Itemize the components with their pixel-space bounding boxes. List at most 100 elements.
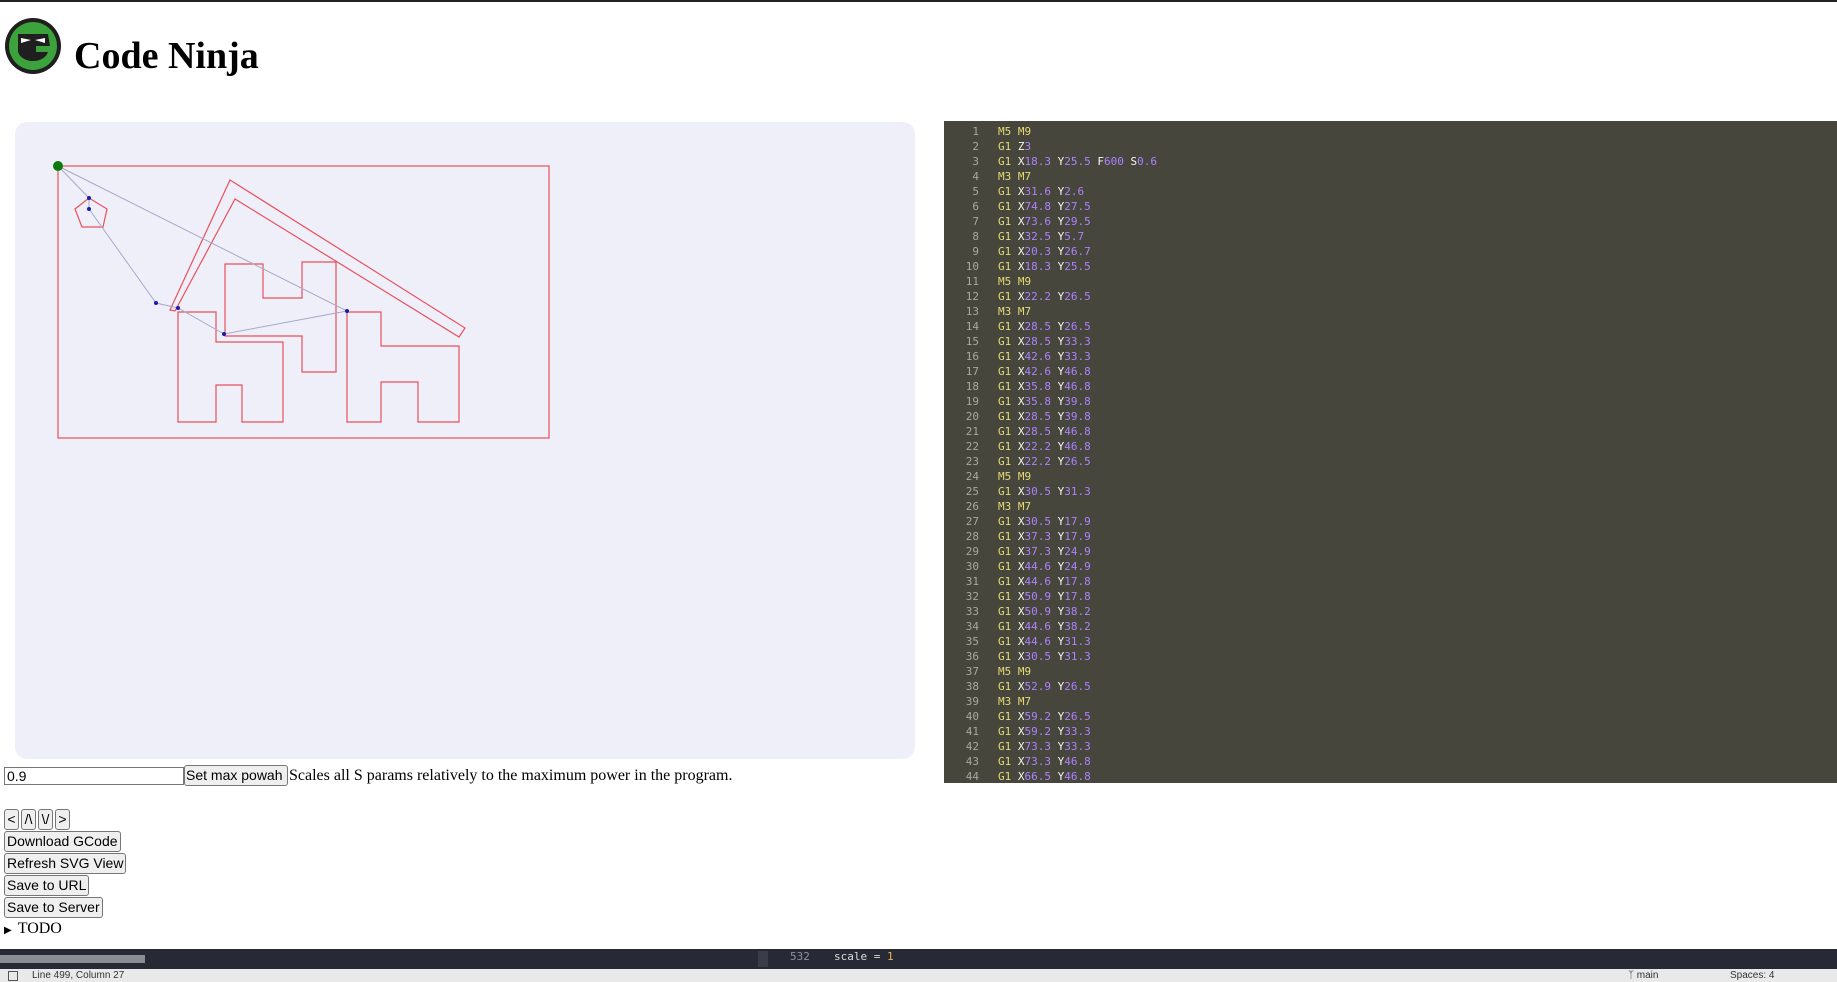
code-line[interactable]: 25 G1 X30.5 Y31.3 (944, 484, 1091, 499)
code-line[interactable]: 28 G1 X37.3 Y17.9 (944, 529, 1091, 544)
line-number: 23 (965, 455, 979, 468)
line-number: 2 (972, 140, 979, 153)
code-line[interactable]: 7 G1 X73.6 Y29.5 (944, 214, 1090, 229)
work-area-border (57, 165, 550, 439)
line-number: 37 (965, 665, 979, 678)
code-line[interactable]: 23 G1 X22.2 Y26.5 (944, 454, 1091, 469)
code-line[interactable]: 3 G1 X18.3 Y25.5 F600 S0.6 (944, 154, 1157, 169)
left-house-path (177, 311, 284, 423)
code-line[interactable]: 14 G1 X28.5 Y26.5 (944, 319, 1091, 334)
git-branch[interactable]: ᛉ main (1628, 969, 1658, 982)
line-number: 21 (965, 425, 979, 438)
svg-preview[interactable] (15, 122, 915, 759)
right-house-path (346, 311, 460, 423)
code-line[interactable]: 33 G1 X50.9 Y38.2 (944, 604, 1091, 619)
max-power-input[interactable] (4, 766, 184, 785)
save-to-url-button[interactable]: Save to URL (4, 875, 90, 896)
code-line[interactable]: 27 G1 X30.5 Y17.9 (944, 514, 1091, 529)
code-line[interactable]: 24 M5 M9 (944, 469, 1031, 484)
set-max-power-button[interactable]: Set max powah (184, 765, 288, 786)
code-line[interactable]: 44 G1 X66.5 Y46.8 (944, 769, 1091, 783)
horizontal-scrollbar[interactable] (0, 955, 145, 963)
travel-dot (222, 332, 226, 336)
line-number: 11 (965, 275, 979, 288)
code-line[interactable]: 10 G1 X18.3 Y25.5 (944, 259, 1091, 274)
code-line[interactable]: 11 M5 M9 (944, 274, 1031, 289)
line-number: 13 (965, 305, 979, 318)
code-line[interactable]: 38 G1 X52.9 Y26.5 (944, 679, 1091, 694)
line-number: 33 (965, 605, 979, 618)
code-line[interactable]: 35 G1 X44.6 Y31.3 (944, 634, 1091, 649)
code-line[interactable]: 17 G1 X42.6 Y46.8 (944, 364, 1091, 379)
save-to-server-button[interactable]: Save to Server (4, 897, 103, 918)
code-line[interactable]: 2 G1 Z3 (944, 139, 1031, 154)
line-number: 29 (965, 545, 979, 558)
code-line[interactable]: 22 G1 X22.2 Y46.8 (944, 439, 1091, 454)
code-line[interactable]: 4 M3 M7 (944, 169, 1031, 184)
download-gcode-button[interactable]: Download GCode (4, 831, 121, 852)
code-text: G1 X22.2 Y46.8 (998, 440, 1091, 453)
down-button[interactable]: \/ (38, 809, 53, 830)
gcode-editor[interactable]: 1 M5 M9 2 G1 Z3 3 G1 X18.3 Y25.5 F600 S0.6 4 M3… (944, 121, 1837, 783)
code-line[interactable]: 9 G1 X20.3 Y26.7 (944, 244, 1090, 259)
code-line[interactable]: 36 G1 X30.5 Y31.3 (944, 649, 1091, 664)
code-text: G1 X28.5 Y26.5 (998, 320, 1091, 333)
code-line[interactable]: 18 G1 X35.8 Y46.8 (944, 379, 1091, 394)
code-text: M3 M7 (998, 305, 1032, 318)
indent-spaces[interactable]: Spaces: 4 (1730, 969, 1774, 982)
code-line[interactable]: 19 G1 X35.8 Y39.8 (944, 394, 1091, 409)
gutter-marker (758, 951, 768, 967)
code-line[interactable]: 31 G1 X44.6 Y17.8 (944, 574, 1091, 589)
refresh-svg-button[interactable]: Refresh SVG View (4, 853, 127, 874)
code-text: G1 X22.2 Y26.5 (998, 290, 1091, 303)
code-line[interactable]: 6 G1 X74.8 Y27.5 (944, 199, 1090, 214)
code-line[interactable]: 12 G1 X22.2 Y26.5 (944, 289, 1091, 304)
line-number: 35 (965, 635, 979, 648)
code-line[interactable]: 13 M3 M7 (944, 304, 1031, 319)
code-line[interactable]: 15 G1 X28.5 Y33.3 (944, 334, 1091, 349)
line-number: 32 (965, 590, 979, 603)
code-line[interactable]: 21 G1 X28.5 Y46.8 (944, 424, 1091, 439)
line-number: 7 (972, 215, 979, 228)
code-line[interactable]: 1 M5 M9 (944, 124, 1031, 139)
line-number: 1 (972, 125, 979, 138)
code-line[interactable]: 30 G1 X44.6 Y24.9 (944, 559, 1091, 574)
up-button[interactable]: /\ (21, 809, 36, 830)
code-line[interactable]: 5 G1 X31.6 Y2.6 (944, 184, 1084, 199)
app-title: Code Ninja (74, 35, 259, 77)
line-number: 3 (972, 155, 979, 168)
code-text: G1 X73.3 Y46.8 (998, 755, 1091, 768)
code-text: G1 X18.3 Y25.5 (998, 260, 1091, 273)
code-line[interactable]: 41 G1 X59.2 Y33.3 (944, 724, 1091, 739)
code-text: G1 X50.9 Y38.2 (998, 605, 1091, 618)
code-line[interactable]: 29 G1 X37.3 Y24.9 (944, 544, 1091, 559)
code-line[interactable]: 20 G1 X28.5 Y39.8 (944, 409, 1091, 424)
code-line[interactable]: 37 M5 M9 (944, 664, 1031, 679)
next-button[interactable]: > (55, 809, 70, 830)
code-text: G1 X74.8 Y27.5 (998, 200, 1091, 213)
code-text: G1 X66.5 Y46.8 (998, 770, 1091, 783)
code-text: M5 M9 (998, 275, 1032, 288)
line-number: 24 (965, 470, 979, 483)
cursor-position[interactable]: Line 499, Column 27 (32, 969, 124, 982)
line-number: 27 (965, 515, 979, 528)
code-line[interactable]: 26 M3 M7 (944, 499, 1031, 514)
code-line[interactable]: 8 G1 X32.5 Y5.7 (944, 229, 1084, 244)
code-line[interactable]: 39 M3 M7 (944, 694, 1031, 709)
power-row: Set max powah Scales all S params relati… (4, 765, 732, 786)
chimney-path (224, 261, 337, 373)
code-line[interactable]: 16 G1 X42.6 Y33.3 (944, 349, 1091, 364)
code-text: G1 X28.5 Y39.8 (998, 410, 1091, 423)
start-point (53, 161, 63, 171)
code-line[interactable]: 40 G1 X59.2 Y26.5 (944, 709, 1091, 724)
todo-disclosure[interactable]: ▶ TODO (4, 920, 62, 938)
app-header: Code Ninja (4, 12, 259, 80)
code-line[interactable]: 34 G1 X44.6 Y38.2 (944, 619, 1091, 634)
line-number: 43 (965, 755, 979, 768)
code-text: G1 X44.6 Y17.8 (998, 575, 1091, 588)
code-line[interactable]: 32 G1 X50.9 Y17.8 (944, 589, 1091, 604)
prev-button[interactable]: < (4, 809, 19, 830)
code-text: G1 X30.5 Y17.9 (998, 515, 1091, 528)
code-line[interactable]: 43 G1 X73.3 Y46.8 (944, 754, 1091, 769)
code-line[interactable]: 42 G1 X73.3 Y33.3 (944, 739, 1091, 754)
